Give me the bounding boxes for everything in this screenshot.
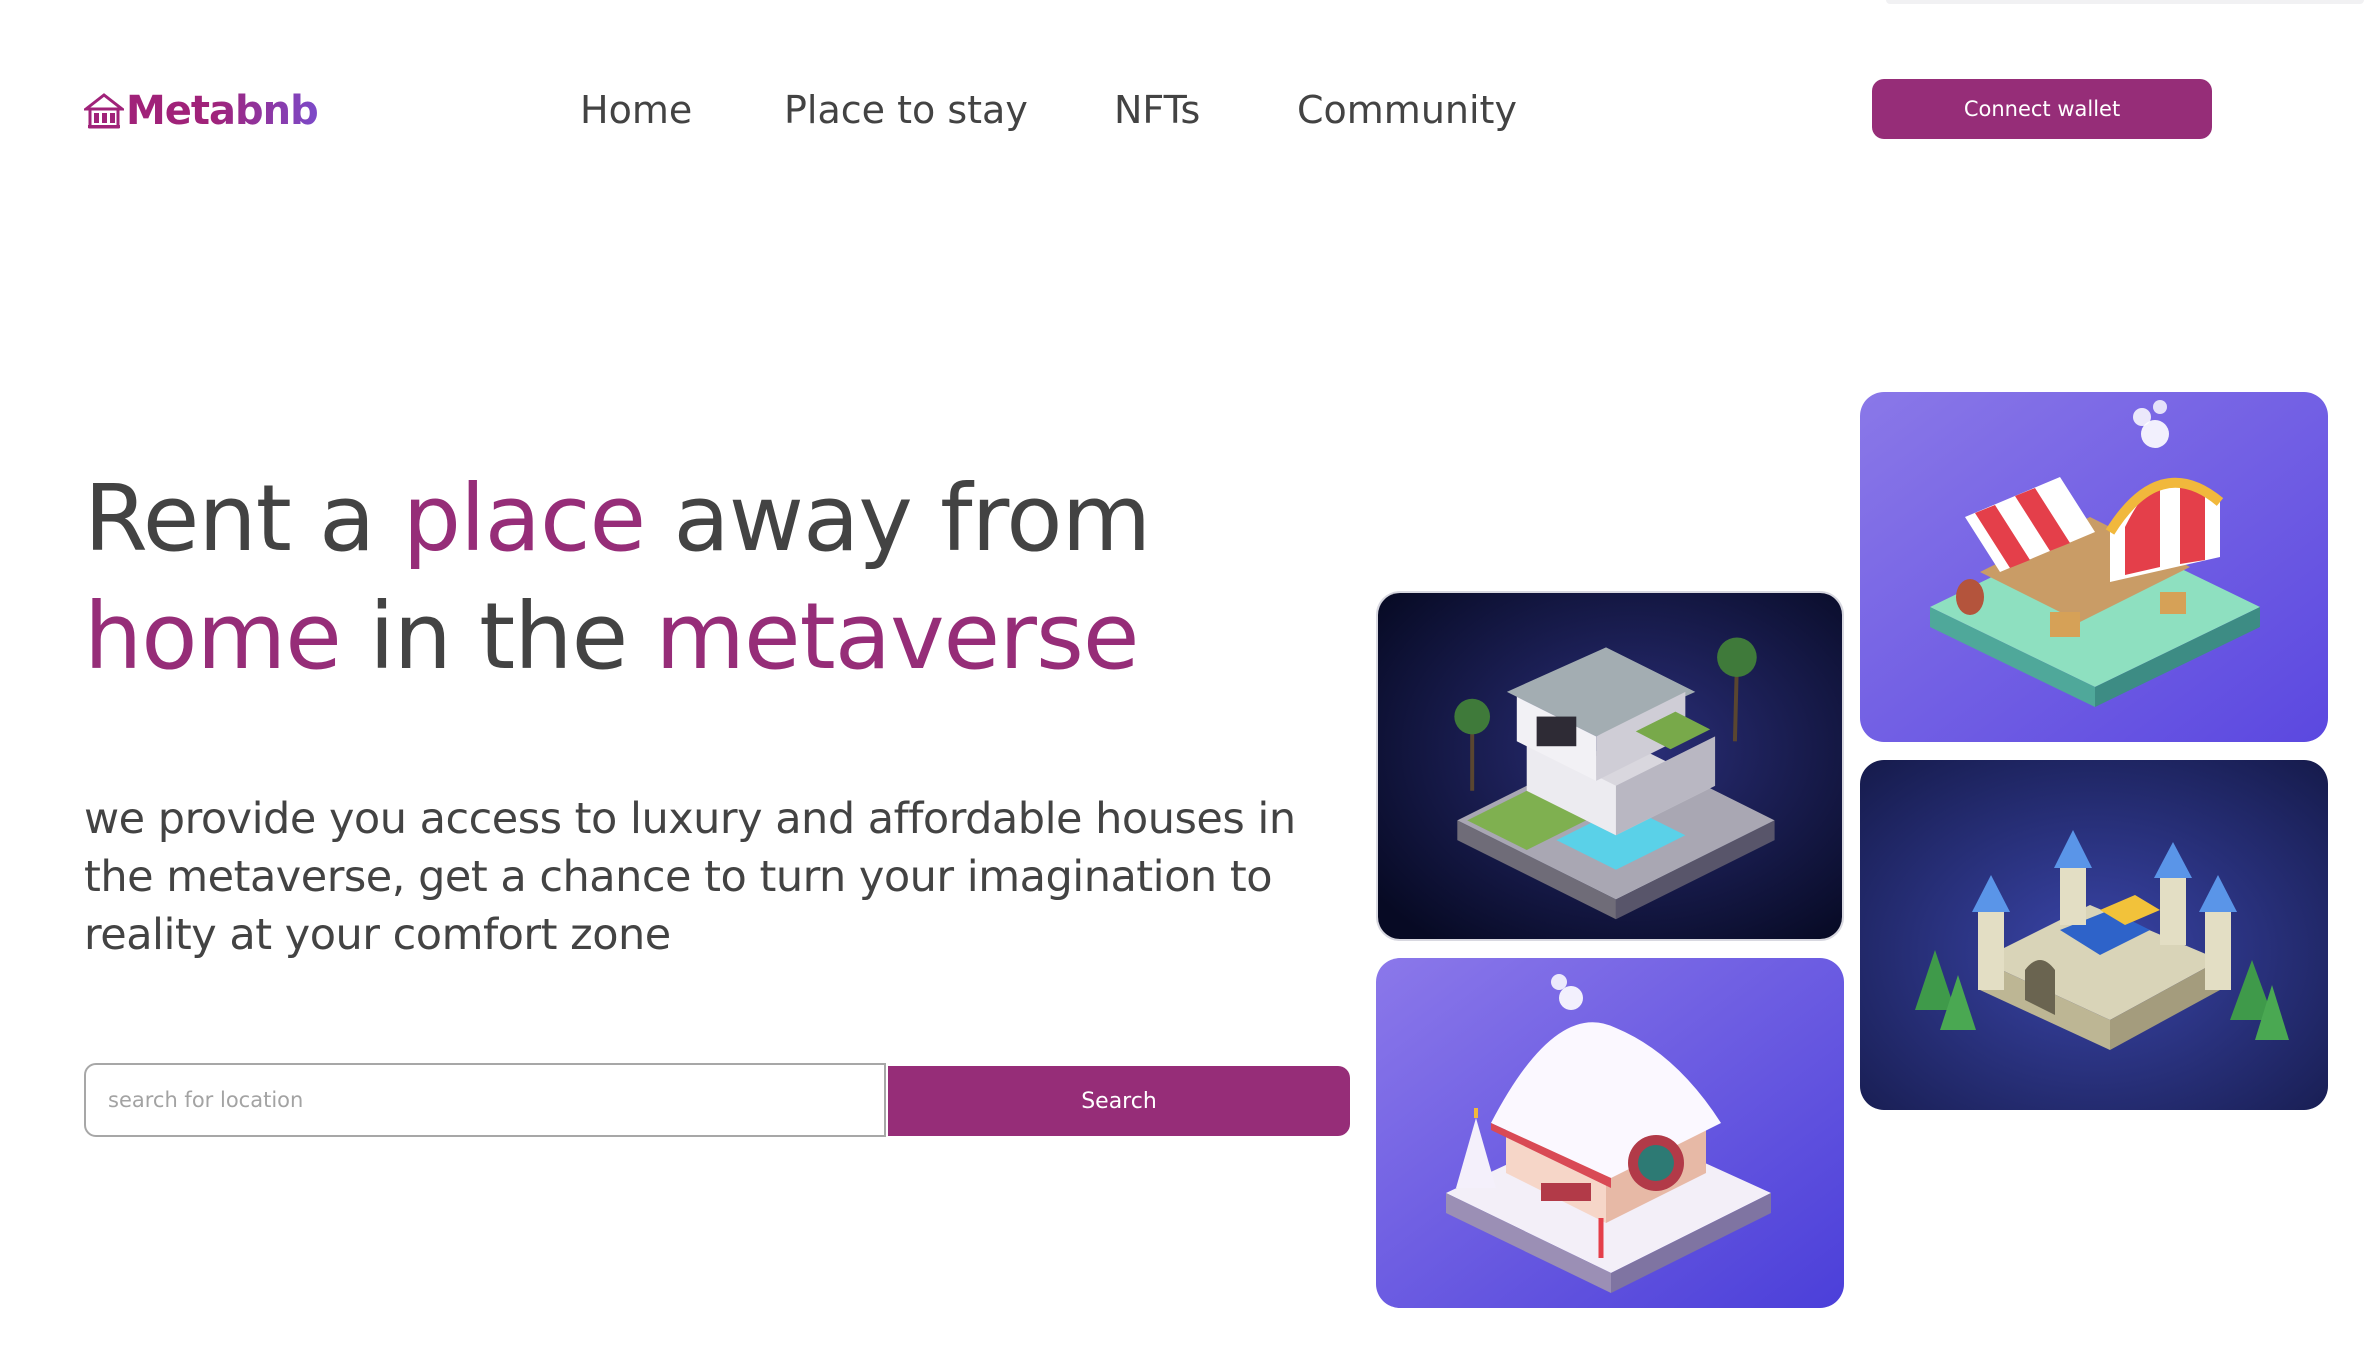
page: Metabnb Home Place to stay NFTs Communit… xyxy=(0,0,2364,1356)
connect-wallet-button[interactable]: Connect wallet xyxy=(1872,79,2212,139)
castle-image xyxy=(1860,760,2328,1110)
location-search-input[interactable] xyxy=(84,1063,886,1137)
logo-text: Metabnb xyxy=(126,88,319,134)
hero-title-accent: metaverse xyxy=(655,583,1139,690)
top-edge-strip xyxy=(1886,0,2364,4)
market-stall-image xyxy=(1860,392,2328,742)
hero-title-part: Rent a xyxy=(84,465,403,572)
nav-item-community[interactable]: Community xyxy=(1297,82,1517,138)
logo[interactable]: Metabnb xyxy=(84,86,319,136)
nav-item-place-to-stay[interactable]: Place to stay xyxy=(784,82,1028,138)
hero-title-accent: home xyxy=(84,583,342,690)
hero-title-part: away from xyxy=(645,465,1151,572)
winter-cottage-image xyxy=(1376,958,1844,1308)
hero-subtitle: we provide you access to luxury and affo… xyxy=(84,794,1296,960)
hero-title: Rent a place away from home in the metave… xyxy=(84,460,1344,696)
hero-title-accent: place xyxy=(402,465,647,572)
nav-item-nfts[interactable]: NFTs xyxy=(1114,82,1200,138)
house-icon xyxy=(84,93,124,129)
modern-villa-image xyxy=(1376,591,1844,941)
hero-title-part: in the xyxy=(340,583,656,690)
search-button[interactable]: Search xyxy=(888,1066,1350,1136)
nav-item-home[interactable]: Home xyxy=(580,82,692,138)
